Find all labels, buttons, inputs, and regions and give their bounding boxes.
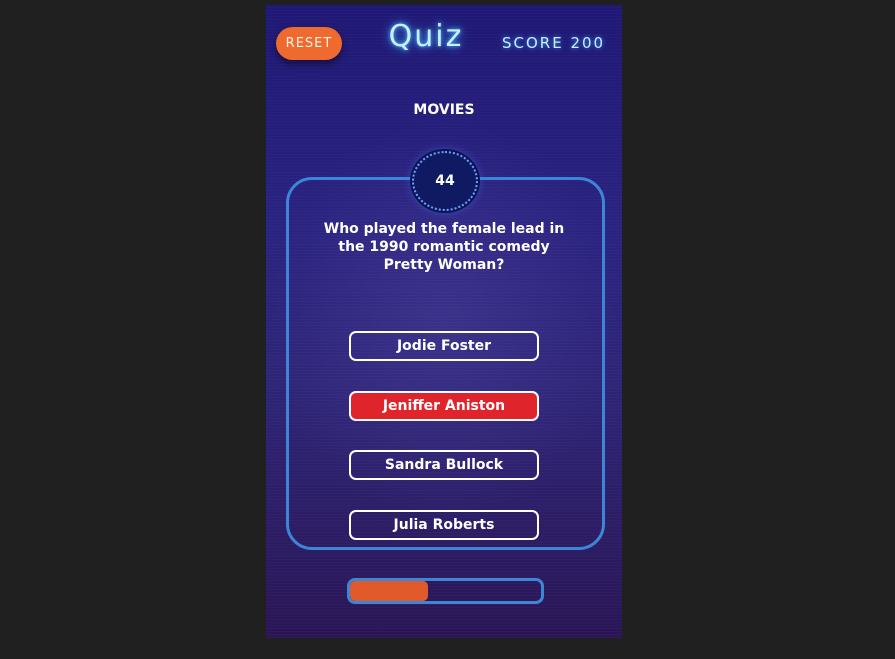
progress-bar xyxy=(347,578,544,604)
score-display: SCORE 200 xyxy=(502,34,606,52)
answer-option[interactable]: Julia Roberts xyxy=(349,510,539,540)
question-text: Who played the female lead in the 1990 r… xyxy=(323,221,565,273)
timer-badge: 44 xyxy=(412,151,478,211)
answer-option[interactable]: Jodie Foster xyxy=(349,331,539,361)
app-title: Quiz xyxy=(388,19,464,54)
answer-option[interactable]: Sandra Bullock xyxy=(349,450,539,480)
reset-button[interactable]: RESET xyxy=(276,27,342,60)
category-label: MOVIES xyxy=(413,102,475,118)
progress-fill xyxy=(350,581,429,601)
answer-option[interactable]: Jeniffer Aniston xyxy=(349,391,539,421)
quiz-screen: RESET Quiz SCORE 200 MOVIES 44 Who playe… xyxy=(266,5,622,638)
